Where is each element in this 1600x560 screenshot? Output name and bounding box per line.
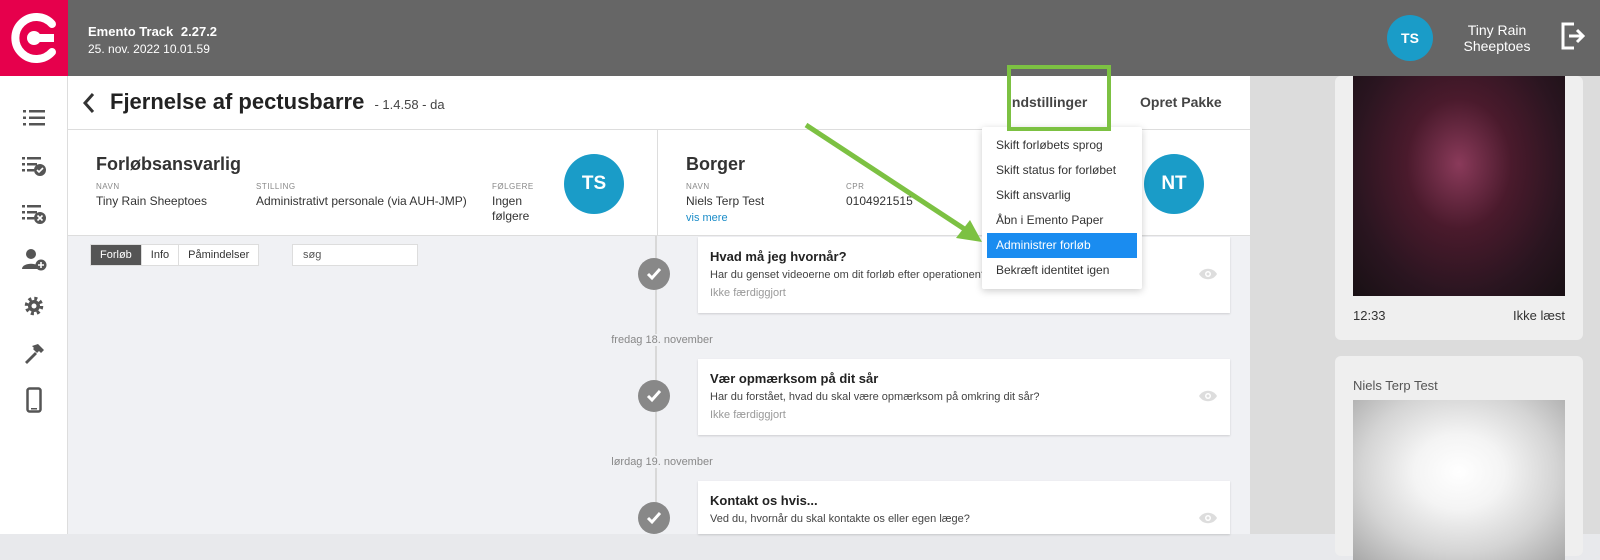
top-bar: Emento Track 2.27.2 25. nov. 2022 10.01.… <box>0 0 1600 76</box>
timeline-card[interactable]: Vær opmærksom på dit sår Har du forstået… <box>698 359 1230 435</box>
list-check-icon[interactable] <box>20 152 48 180</box>
message-status: Ikke læst <box>1512 308 1565 323</box>
card-text: Ved du, hvornår du skal kontakte os elle… <box>710 513 970 525</box>
citizen-title: Borger <box>686 154 746 174</box>
message-time: 12:33 <box>1353 308 1386 323</box>
responsible-avatar[interactable]: TS <box>564 154 624 214</box>
responsible-section: Forløbsansvarlig NAVN Tiny Rain Sheeptoe… <box>68 130 658 236</box>
page-title: Fjernelse af pectusbarre - 1.4.58 - da <box>110 89 445 115</box>
settings-button[interactable]: Indstillinger <box>1008 94 1087 110</box>
date-label: fredag 18. november <box>588 334 736 346</box>
cpr-label: CPR <box>846 182 865 191</box>
position-value: Administrativt personale (via AUH-JMP) <box>256 194 467 208</box>
menu-item-change-status[interactable]: Skift status for forløbet <box>982 158 1142 183</box>
message-card[interactable]: Niels Terp Test <box>1335 356 1583 560</box>
followers-label: FØLGERE <box>492 182 534 191</box>
user-name[interactable]: Tiny Rain Sheeptoes <box>1452 22 1542 54</box>
emento-logo[interactable] <box>0 0 68 76</box>
message-sidebar: 12:33 Ikke læst Niels Terp Test <box>1250 76 1600 560</box>
timeline-card[interactable]: Hvad må jeg hvornår? Har du genset video… <box>698 237 1230 313</box>
position-label: STILLING <box>256 182 296 191</box>
menu-item-confirm-identity[interactable]: Bekræft identitet igen <box>982 258 1142 283</box>
card-title: Kontakt os hvis... <box>710 493 818 508</box>
card-title: Hvad må jeg hvornår? <box>710 249 847 264</box>
menu-item-change-responsible[interactable]: Skift ansvarlig <box>982 183 1142 208</box>
check-icon <box>638 258 670 290</box>
gear-icon[interactable] <box>20 292 48 320</box>
app-datetime: 25. nov. 2022 10.01.59 <box>88 42 210 56</box>
menu-item-change-language[interactable]: Skift forløbets sprog <box>982 133 1142 158</box>
user-avatar[interactable]: TS <box>1387 15 1433 61</box>
app-version: 2.27.2 <box>180 24 218 39</box>
card-text: Har du forstået, hvad du skal være opmær… <box>710 391 1040 403</box>
responsible-name: Tiny Rain Sheeptoes <box>96 194 207 208</box>
create-package-button[interactable]: Opret Pakke <box>1140 94 1222 110</box>
show-more-link[interactable]: vis mere <box>686 211 728 226</box>
card-title: Vær opmærksom på dit sår <box>710 371 879 386</box>
citizen-name: Niels Terp Test <box>686 194 765 208</box>
check-icon <box>638 380 670 412</box>
app-title: Emento Track 2.27.2 <box>88 24 217 39</box>
card-text: Har du genset videoerne om dit forløb ef… <box>710 269 987 281</box>
mobile-icon[interactable] <box>20 386 48 414</box>
back-icon[interactable] <box>82 92 96 119</box>
card-status: Ikke færdiggjort <box>710 409 786 421</box>
eye-icon[interactable] <box>1198 267 1218 286</box>
cpr-value: 0104921515 <box>846 194 913 208</box>
list-icon[interactable] <box>20 104 48 132</box>
settings-dropdown: Skift forløbets sprog Skift status for f… <box>982 127 1142 289</box>
tab-paamindelser[interactable]: Påmindelser <box>179 245 258 265</box>
page-header: Fjernelse af pectusbarre - 1.4.58 - da I… <box>68 76 1250 130</box>
check-icon <box>638 502 670 534</box>
citizen-name-label: NAVN <box>686 182 710 191</box>
page-title-text: Fjernelse af pectusbarre <box>110 89 365 114</box>
list-remove-icon[interactable] <box>20 200 48 228</box>
followers-value: Ingen følgere <box>492 194 530 223</box>
video-thumbnail[interactable] <box>1353 400 1565 560</box>
view-tabs: Forløb Info Påmindelser <box>90 244 260 266</box>
menu-item-open-paper[interactable]: Åbn i Emento Paper <box>982 208 1142 233</box>
eye-icon[interactable] <box>1198 389 1218 408</box>
date-label: lørdag 19. november <box>588 456 736 468</box>
eye-icon[interactable] <box>1198 511 1218 530</box>
search-input[interactable]: søg <box>292 244 418 266</box>
hammer-icon[interactable] <box>20 340 48 368</box>
logout-icon[interactable] <box>1560 22 1586 55</box>
left-nav <box>0 76 68 534</box>
timeline-card[interactable]: Kontakt os hvis... Ved du, hvornår du sk… <box>698 481 1230 534</box>
page-subtitle: - 1.4.58 - da <box>374 97 445 112</box>
responsible-title: Forløbsansvarlig <box>96 154 242 174</box>
citizen-avatar[interactable]: NT <box>1144 154 1204 214</box>
message-card[interactable]: 12:33 Ikke læst <box>1335 76 1583 340</box>
card-status: Ikke færdiggjort <box>710 287 786 299</box>
responsible-name-label: NAVN <box>96 182 120 191</box>
app-name: Emento Track <box>88 24 174 39</box>
tab-forloeb[interactable]: Forløb <box>91 245 142 265</box>
logo-mark <box>11 13 56 63</box>
add-user-icon[interactable] <box>20 246 48 274</box>
tab-info[interactable]: Info <box>142 245 180 265</box>
message-sender: Niels Terp Test <box>1353 378 1438 393</box>
citizen-section: Borger NAVN Niels Terp Test vis mere CPR… <box>658 130 1250 236</box>
video-thumbnail[interactable] <box>1353 76 1565 296</box>
menu-item-administer[interactable]: Administrer forløb <box>987 233 1137 258</box>
